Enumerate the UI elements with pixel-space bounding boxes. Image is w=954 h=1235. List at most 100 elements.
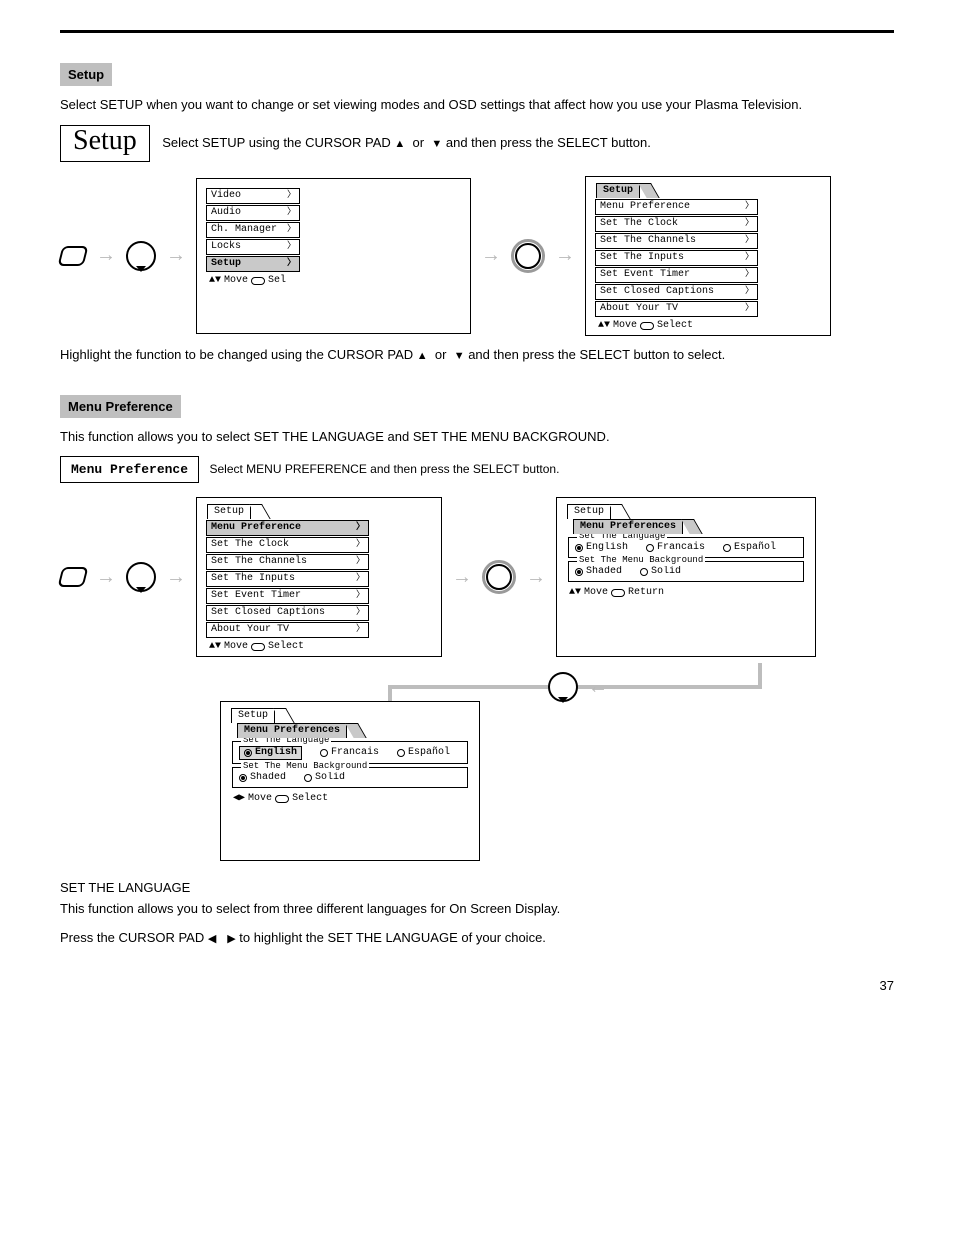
- menu-row[interactable]: Menu Preference〉: [206, 520, 369, 536]
- breadcrumb-tab[interactable]: Setup: [567, 504, 611, 519]
- menu-row[interactable]: Set The Channels〉: [595, 233, 758, 249]
- menu-button-icon: [58, 246, 89, 266]
- radio-dot-icon: [640, 568, 648, 576]
- menu-row[interactable]: Locks〉: [206, 239, 300, 255]
- menu-row[interactable]: Set Closed Captions〉: [595, 284, 758, 300]
- radio-dot-icon: [723, 544, 731, 552]
- intro-paragraph: Select SETUP when you want to change or …: [60, 96, 894, 115]
- radio-option[interactable]: Solid: [304, 772, 345, 784]
- radio-label: Solid: [651, 566, 681, 578]
- menu-row[interactable]: About Your TV〉: [595, 301, 758, 317]
- radio-option[interactable]: English: [575, 542, 628, 554]
- up-triangle-icon: ▲: [417, 350, 428, 362]
- flow-row-1: → → Video〉Audio〉Ch. Manager〉Locks〉Setup〉…: [60, 176, 894, 336]
- radio-dot-icon: [320, 749, 328, 757]
- radio-label: Español: [408, 747, 450, 759]
- menu-row[interactable]: Set The Inputs〉: [206, 571, 369, 587]
- sub-section-banner: Menu Preference: [60, 395, 181, 418]
- after-setup-text: Select SETUP using the CURSOR PAD ▲ or ▼…: [162, 135, 651, 150]
- menu-row[interactable]: Set The Inputs〉: [595, 250, 758, 266]
- down-triangle-icon: ▼: [454, 350, 465, 362]
- breadcrumb-tab[interactable]: Menu Preferences: [573, 519, 683, 534]
- radio-option[interactable]: Francais: [646, 542, 705, 554]
- down-triangle-icon: ▼: [431, 138, 442, 150]
- arrow-icon: →: [166, 244, 186, 267]
- pref-screen-a: SetupMenu PreferencesSet The LanguageEng…: [556, 497, 816, 657]
- section-banner: Setup: [60, 63, 112, 86]
- chevron-right-icon: 〉: [745, 269, 754, 280]
- setup-menu-screen-highlight: SetupMenu Preference〉Set The Clock〉Set T…: [196, 497, 442, 657]
- radio-option[interactable]: Shaded: [239, 772, 286, 784]
- chevron-right-icon: 〉: [356, 556, 365, 567]
- top-rule: [60, 30, 894, 33]
- arrow-icon: →: [452, 566, 472, 589]
- menu-row[interactable]: Menu Preference〉: [595, 199, 758, 215]
- menu-row[interactable]: Set The Clock〉: [206, 537, 369, 553]
- menu-row[interactable]: Ch. Manager〉: [206, 222, 300, 238]
- radio-label: Francais: [331, 747, 379, 759]
- radio-label: Francais: [657, 542, 705, 554]
- menu-button-icon: [58, 567, 89, 587]
- radio-option[interactable]: Solid: [640, 566, 681, 578]
- radio-dot-icon: [397, 749, 405, 757]
- arrow-icon: →: [96, 566, 116, 589]
- menu-row[interactable]: Set Event Timer〉: [595, 267, 758, 283]
- radio-option[interactable]: Francais: [320, 746, 379, 760]
- lang-title: SET THE LANGUAGE: [60, 879, 894, 898]
- radio-dot-icon: [239, 774, 247, 782]
- arrow-icon: →: [526, 566, 546, 589]
- chevron-right-icon: 〉: [745, 303, 754, 314]
- setup-menu-screen: SetupMenu Preference〉Set The Clock〉Set T…: [585, 176, 831, 336]
- sub-intro: This function allows you to select SET T…: [60, 428, 894, 447]
- radio-dot-icon: [575, 568, 583, 576]
- hint-row: ▲▼ Move Return: [565, 585, 807, 601]
- arrow-icon: →: [481, 244, 501, 267]
- hint-row: ▲▼ Move Sel: [205, 273, 301, 289]
- chevron-right-icon: 〉: [745, 201, 754, 212]
- right-triangle-icon: ▶: [227, 933, 235, 945]
- after-setup-text-1: Select SETUP using the CURSOR PAD: [162, 135, 394, 150]
- breadcrumb-tab[interactable]: Menu Preferences: [237, 723, 347, 738]
- menu-row[interactable]: Set Event Timer〉: [206, 588, 369, 604]
- para-highlight: Highlight the function to be changed usi…: [60, 346, 894, 365]
- menu-row[interactable]: Audio〉: [206, 205, 300, 221]
- chevron-right-icon: 〉: [356, 624, 365, 635]
- breadcrumb-tab[interactable]: Setup: [231, 708, 275, 723]
- hint-row: ◀▶ Move Select: [229, 791, 471, 807]
- arrow-icon: →: [166, 566, 186, 589]
- chevron-right-icon: 〉: [356, 539, 365, 550]
- menu-row[interactable]: Set The Channels〉: [206, 554, 369, 570]
- radio-dot-icon: [244, 749, 252, 757]
- menu-row[interactable]: Set The Clock〉: [595, 216, 758, 232]
- menu-row[interactable]: Video〉: [206, 188, 300, 204]
- menu-row[interactable]: About Your TV〉: [206, 622, 369, 638]
- hint-row: ▲▼ Move Select: [205, 639, 370, 655]
- menu-row[interactable]: Set Closed Captions〉: [206, 605, 369, 621]
- chevron-right-icon: 〉: [745, 286, 754, 297]
- para2-part2: and then press the SELECT button to sele…: [468, 347, 725, 362]
- menu-tab[interactable]: Setup: [596, 183, 640, 198]
- hint-row: ▲▼ Move Select: [594, 318, 759, 334]
- chevron-right-icon: 〉: [745, 252, 754, 263]
- radio-option[interactable]: Shaded: [575, 566, 622, 578]
- radio-label: Shaded: [586, 566, 622, 578]
- arrow-icon: ←: [588, 676, 608, 699]
- radio-dot-icon: [575, 544, 583, 552]
- arrow-icon: →: [555, 244, 575, 267]
- lang-para-2b: to highlight the SET THE LANGUAGE of you…: [239, 930, 546, 945]
- arrow-icon: →: [96, 244, 116, 267]
- menu-tab[interactable]: Setup: [207, 504, 251, 519]
- radio-option[interactable]: Español: [723, 542, 776, 554]
- fieldset-legend: Set The Menu Background: [241, 761, 369, 772]
- chevron-right-icon: 〉: [287, 190, 296, 201]
- chevron-right-icon: 〉: [356, 607, 365, 618]
- radio-option[interactable]: English: [239, 746, 302, 760]
- dpad-down-icon: [126, 562, 156, 592]
- select-pill-icon: [251, 643, 265, 651]
- menu-row[interactable]: Setup〉: [206, 256, 300, 272]
- select-pill-icon: [251, 277, 265, 285]
- radio-option[interactable]: Español: [397, 746, 450, 760]
- select-button-icon: [482, 560, 516, 594]
- select-pill-icon: [275, 795, 289, 803]
- radio-label: Shaded: [250, 772, 286, 784]
